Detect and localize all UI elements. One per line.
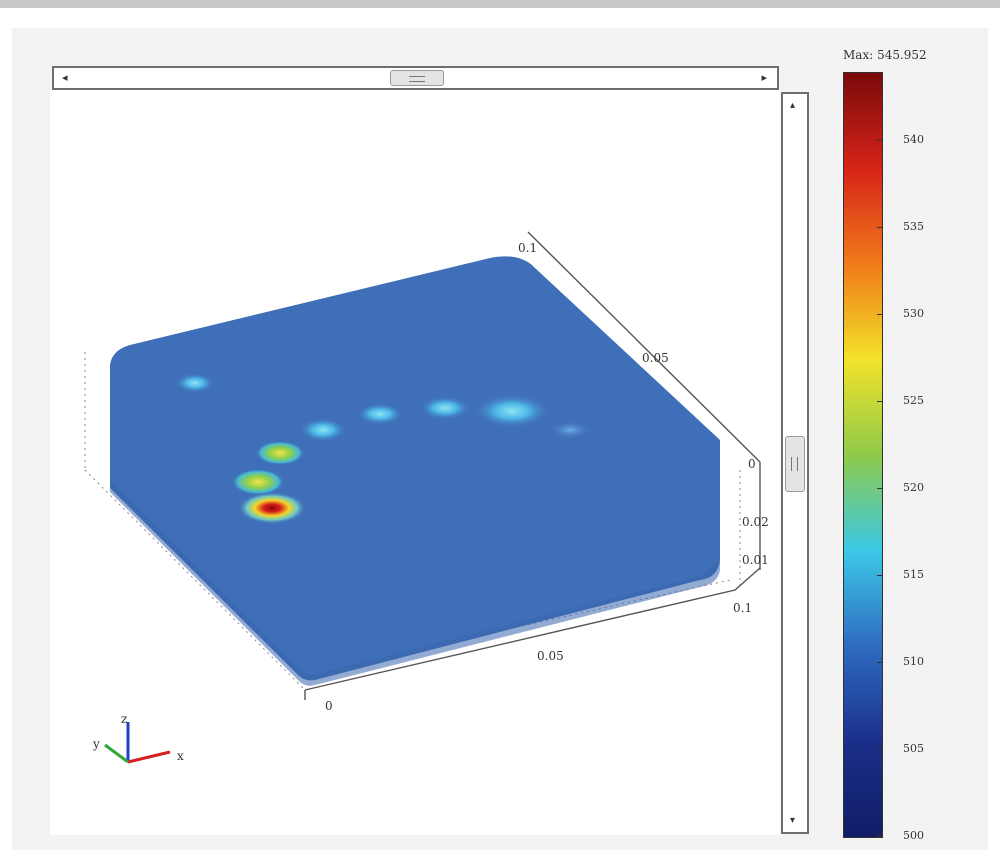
scroll-right-icon[interactable]: ▸ xyxy=(761,71,767,84)
scroll-down-icon[interactable]: ▾ xyxy=(790,815,795,826)
heat-spot-5 xyxy=(299,418,347,442)
z-axis-tick-0.01: 0.01 xyxy=(742,553,769,567)
triad-z-label: z xyxy=(121,712,127,726)
colorbar-tick-mark xyxy=(877,749,883,750)
z-axis-tick-0: 0 xyxy=(748,457,756,471)
heat-spot-faint xyxy=(548,421,592,439)
scroll-up-icon[interactable]: ▴ xyxy=(790,100,795,111)
z-axis-tick-0.02: 0.02 xyxy=(742,515,769,529)
colorbar-tick-mark xyxy=(877,140,883,141)
x-axis-tick-0: 0 xyxy=(325,699,333,713)
colorbar-gradient xyxy=(843,72,883,838)
top-toolbar-strip xyxy=(0,0,1000,8)
vertical-scrollbar[interactable]: ▴ ▾ xyxy=(781,92,809,834)
colorbar-tick-label: 510 xyxy=(903,655,924,668)
colorbar-tick-mark xyxy=(877,314,883,315)
heat-spot-8 xyxy=(238,492,306,524)
scroll-left-icon[interactable]: ◂ xyxy=(62,71,68,84)
colorbar-tick-mark xyxy=(877,488,883,489)
y-axis-tick-0.1: 0.1 xyxy=(518,241,537,255)
horizontal-scroll-thumb[interactable] xyxy=(390,70,444,86)
heat-spot-7 xyxy=(232,469,284,495)
colorbar-tick-label: 540 xyxy=(903,133,924,146)
colorbar-tick-label: 515 xyxy=(903,568,924,581)
heat-spot-2 xyxy=(474,394,550,428)
triad-x-label: x xyxy=(177,749,184,763)
y-axis-tick-0.05: 0.05 xyxy=(642,351,669,365)
plate-top-surface xyxy=(110,256,720,681)
colorbar-tick-mark xyxy=(877,662,883,663)
colorbar-max-label: Max: 545.952 xyxy=(843,48,927,62)
horizontal-scrollbar[interactable]: ◂ ▸ xyxy=(52,66,779,90)
3d-temperature-plot[interactable]: 0 0.05 0.1 0.05 0.1 0 0.02 0.01 z y x xyxy=(50,90,780,835)
colorbar-tick-label: 530 xyxy=(903,307,924,320)
triad-y-label: y xyxy=(92,737,100,751)
colorbar-tick-label: 505 xyxy=(903,742,924,755)
colorbar-tick-mark xyxy=(877,836,883,837)
colorbar-tick-label: 525 xyxy=(903,394,924,407)
x-axis-tick-0.1: 0.1 xyxy=(733,601,752,615)
heat-spot-1 xyxy=(175,373,215,393)
x-axis-tick-0.05: 0.05 xyxy=(537,649,564,663)
colorbar-tick-label: 500 xyxy=(903,829,924,842)
colorbar-tick-label: 520 xyxy=(903,481,924,494)
heat-spot-6 xyxy=(256,441,304,465)
axis-orientation-triad-icon: z y x xyxy=(92,712,184,764)
heat-spot-4 xyxy=(356,403,404,425)
vertical-scroll-thumb[interactable] xyxy=(785,436,805,492)
heat-spot-3 xyxy=(419,396,471,420)
colorbar-tick-mark xyxy=(877,401,883,402)
colorbar-tick-mark xyxy=(877,227,883,228)
colorbar-tick-label: 535 xyxy=(903,220,924,233)
colorbar-tick-mark xyxy=(877,575,883,576)
